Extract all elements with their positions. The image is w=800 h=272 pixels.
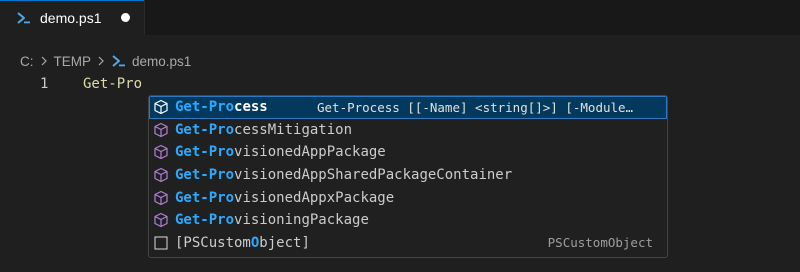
suggestion-item[interactable]: Get-ProcessMitigation xyxy=(149,119,667,142)
suggestion-item[interactable]: Get-ProvisionedAppxPackage xyxy=(149,186,667,209)
cube-icon xyxy=(152,166,170,184)
suggestion-item[interactable]: [PSCustomObject] PSCustomObject xyxy=(149,232,667,255)
breadcrumb-file[interactable]: demo.ps1 xyxy=(132,54,191,69)
suggestion-rest: visionedAppxPackage xyxy=(234,189,395,206)
powershell-icon xyxy=(112,55,126,67)
breadcrumb: C: TEMP demo.ps1 xyxy=(20,50,191,72)
code-line[interactable]: Get-Pro xyxy=(83,73,142,95)
breadcrumb-folder[interactable]: TEMP xyxy=(54,54,92,69)
suggestion-match: Get-Pro xyxy=(175,212,235,229)
suggestion-match: Get-Pro xyxy=(175,167,235,184)
cube-icon xyxy=(152,189,170,207)
suggestion-item[interactable]: Get-ProvisioningPackage xyxy=(149,209,667,232)
tab-demo-ps1[interactable]: demo.ps1 xyxy=(0,0,144,35)
breadcrumb-drive[interactable]: C: xyxy=(20,54,34,69)
suggestion-item[interactable]: Get-ProvisionedAppSharedPackageContainer xyxy=(149,164,667,187)
suggestion-match: Get-Pro xyxy=(175,121,235,138)
cube-icon xyxy=(152,98,170,116)
cube-icon xyxy=(152,143,170,161)
chevron-right-icon xyxy=(40,54,48,69)
line-number: 1 xyxy=(40,76,49,92)
suggestion-rest: cess xyxy=(234,99,268,116)
suggestion-match: Get-Pro xyxy=(175,144,235,161)
suggestion-rest: cessMitigation xyxy=(234,121,353,138)
unsaved-dot-icon[interactable] xyxy=(121,13,130,22)
class-icon xyxy=(152,234,170,252)
tab-label: demo.ps1 xyxy=(40,10,102,26)
suggestion-item[interactable]: Get-Process Get-Process [[-Name] <string… xyxy=(149,96,667,119)
suggestion-prefix: [PSCustom xyxy=(175,234,251,251)
suggestion-rest: visioningPackage xyxy=(234,212,369,229)
suggestion-detail: Get-Process [[-Name] <string[]>] [-Modul… xyxy=(317,99,634,115)
tab-divider xyxy=(144,0,145,35)
powershell-icon xyxy=(17,12,30,24)
suggest-widget: Get-Process Get-Process [[-Name] <string… xyxy=(148,95,668,258)
tab-bar: demo.ps1 xyxy=(0,0,800,35)
suggestion-rest: visionedAppSharedPackageContainer xyxy=(234,167,513,184)
suggestion-suffix: bject] xyxy=(259,234,310,251)
suggestion-rest: visionedAppPackage xyxy=(234,144,386,161)
suggestion-item[interactable]: Get-ProvisionedAppPackage xyxy=(149,141,667,164)
suggestion-detail: PSCustomObject xyxy=(547,235,653,251)
cube-icon xyxy=(152,121,170,139)
suggestion-match: Get-Pro xyxy=(175,99,235,116)
suggestion-match: Get-Pro xyxy=(175,189,235,206)
chevron-right-icon xyxy=(97,54,105,69)
cube-icon xyxy=(152,211,170,229)
